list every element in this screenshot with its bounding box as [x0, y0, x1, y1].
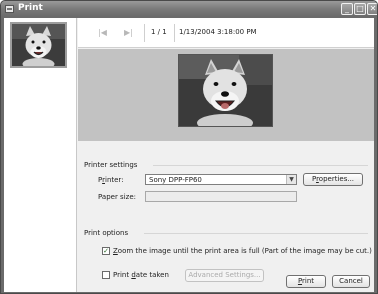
advanced-settings-button: Advanced Settings...	[185, 269, 264, 282]
printer-select[interactable]: Sony DPP-FP60 ▼	[145, 174, 297, 185]
properties-label-after: operties...	[318, 175, 355, 183]
app-window-icon	[5, 5, 14, 13]
paper-size-label: Paper size:	[98, 193, 136, 201]
print-date-checkbox[interactable]	[102, 271, 110, 279]
window-title: Print	[18, 3, 43, 13]
printer-select-value: Sony DPP-FP60	[149, 176, 202, 184]
chevron-down-icon[interactable]: ▼	[286, 175, 296, 184]
print-button[interactable]: Print	[286, 275, 326, 288]
zoom-checkbox-label[interactable]: Zoom the image until the print area is f…	[113, 247, 372, 255]
section-divider	[144, 233, 368, 234]
print-preview-photo	[178, 54, 273, 127]
print-dialog-window: Print _ □ ✕ |◀ ▶| 1 / 1 1/13/2004 3:18:0…	[0, 0, 378, 294]
print-date-label[interactable]: Print date taken	[113, 271, 169, 279]
navigation-bar: |◀ ▶| 1 / 1 1/13/2004 3:18:00 PM	[78, 18, 374, 48]
cancel-button[interactable]: Cancel	[332, 275, 370, 288]
print-button-rest: rint	[302, 277, 315, 285]
printer-label-rest: inter:	[105, 176, 124, 184]
next-page-icon[interactable]: ▶|	[124, 28, 133, 37]
checkmark-icon: ✓	[103, 247, 109, 255]
printer-label: Printer:	[98, 176, 124, 184]
page-indicator: 1 / 1	[151, 28, 167, 36]
section-divider	[153, 165, 368, 166]
zoom-label-rest: oom the image until the print area is fu…	[117, 247, 372, 255]
maximize-button[interactable]: □	[354, 3, 366, 15]
zoom-checkbox[interactable]: ✓	[102, 247, 110, 255]
dog-thumbnail-image	[12, 24, 65, 66]
print-date-label-before: Print	[113, 271, 132, 279]
print-preview-area	[78, 49, 374, 141]
minimize-button[interactable]: _	[341, 3, 353, 15]
close-button[interactable]: ✕	[367, 3, 377, 15]
dialog-body: |◀ ▶| 1 / 1 1/13/2004 3:18:00 PM Printer…	[4, 18, 374, 292]
nav-divider	[144, 24, 145, 42]
printer-settings-heading: Printer settings	[84, 161, 138, 169]
properties-button[interactable]: Properties...	[303, 173, 363, 186]
title-bar[interactable]: Print _ □ ✕	[1, 1, 377, 17]
image-date-time: 1/13/2004 3:18:00 PM	[179, 28, 257, 36]
image-thumbnail[interactable]	[10, 22, 67, 68]
thumbnail-panel[interactable]	[4, 18, 77, 292]
paper-size-field	[145, 191, 297, 202]
print-date-label-after: ate taken	[135, 271, 169, 279]
first-page-icon[interactable]: |◀	[98, 28, 107, 37]
nav-divider	[174, 24, 175, 42]
dog-preview-image	[179, 55, 272, 126]
print-options-heading: Print options	[84, 229, 129, 237]
settings-panel: Printer settings Printer: Sony DPP-FP60 …	[78, 141, 374, 292]
